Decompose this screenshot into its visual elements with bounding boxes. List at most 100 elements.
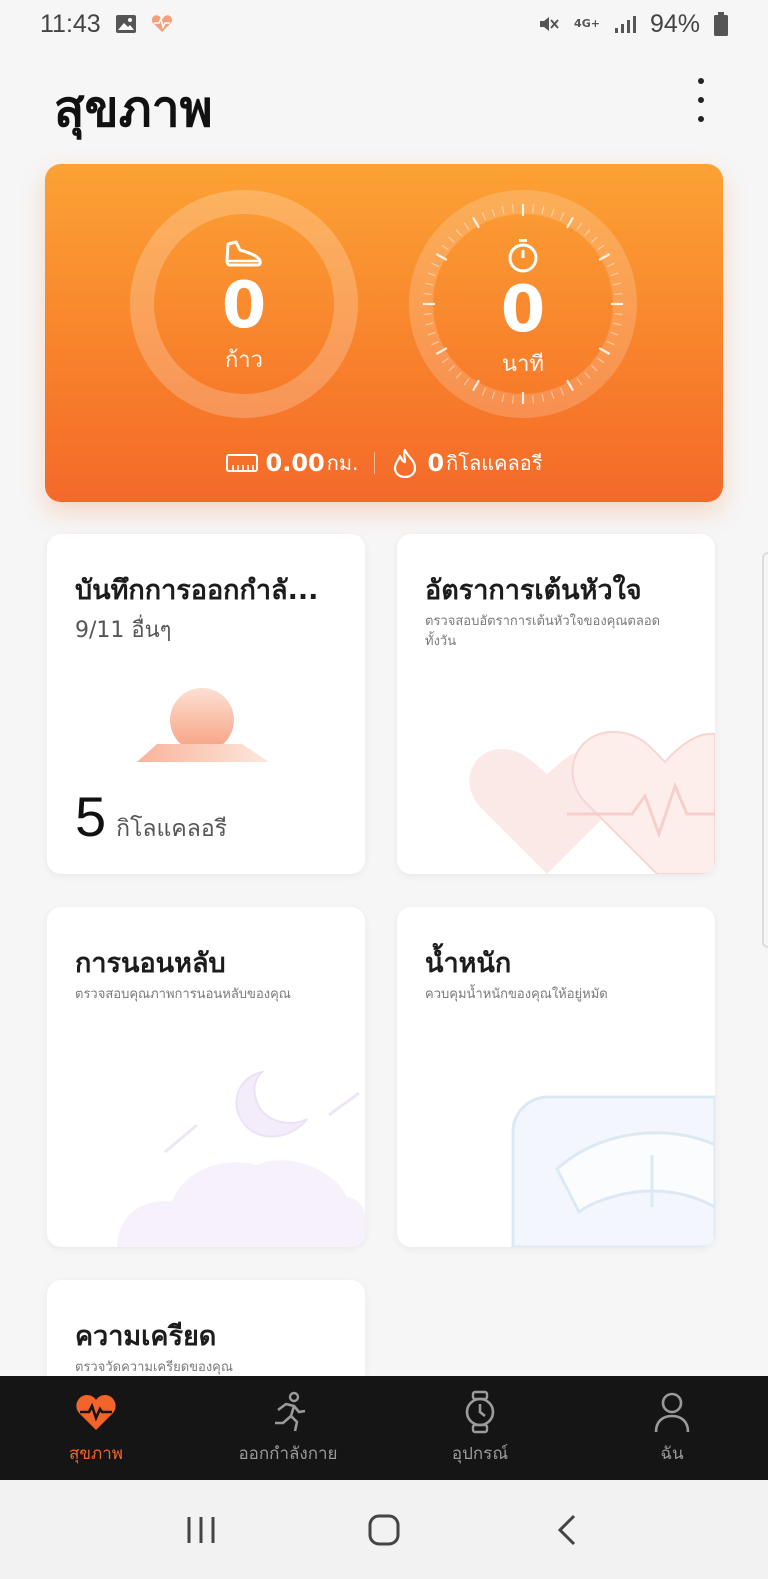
bottom-navigation: สุขภาพ ออกกำลังกาย อุปกรณ์ ฉัน xyxy=(0,1376,768,1480)
nav-devices[interactable]: อุปกรณ์ xyxy=(384,1376,576,1480)
stopwatch-icon xyxy=(508,239,538,273)
recent-apps-button[interactable] xyxy=(171,1500,231,1560)
more-dot-icon xyxy=(698,97,704,103)
exercise-card-subtitle: 9/11 อื่นๆ xyxy=(75,618,172,643)
app-header: สุขภาพ xyxy=(0,60,768,150)
ring-tick xyxy=(532,204,535,213)
home-icon xyxy=(368,1514,400,1545)
nav-me[interactable]: ฉัน xyxy=(576,1376,768,1480)
ring-tick xyxy=(576,222,583,230)
steps-unit: ก้าว xyxy=(224,348,264,373)
ring-tick xyxy=(463,222,470,230)
page-title: สุขภาพ xyxy=(54,80,213,138)
ring-tick xyxy=(550,208,555,217)
distance-unit: กม. xyxy=(326,451,359,475)
nav-devices-label: อุปกรณ์ xyxy=(451,1443,509,1464)
ring-tick xyxy=(455,229,462,237)
exercise-calories-unit: กิโลแคลอรี xyxy=(116,816,228,842)
ring-tick xyxy=(541,206,545,215)
flame-icon xyxy=(394,448,417,478)
ring-tick xyxy=(612,322,621,326)
scroll-edge-indicator xyxy=(762,552,768,948)
nav-health-label: สุขภาพ xyxy=(69,1443,123,1464)
heart-rate-card-subtitle: ตรวจสอบอัตราการเต้นหัวใจของคุณตลอดทั้งวั… xyxy=(425,614,661,649)
sleep-card-subtitle: ตรวจสอบคุณภาพการนอนหลับของคุณ xyxy=(75,987,291,1002)
network-type: 4G+ xyxy=(574,17,600,30)
ring-tick xyxy=(491,208,496,217)
ring-tick xyxy=(501,393,505,402)
more-dot-icon xyxy=(698,78,704,84)
ring-tick xyxy=(614,313,623,316)
heart-rate-card-title: อัตราการเต้นหัวใจ xyxy=(425,575,642,606)
signal-icon xyxy=(614,16,636,33)
ring-tick xyxy=(584,229,591,237)
system-navigation-bar xyxy=(0,1480,768,1579)
battery-icon xyxy=(714,12,728,36)
ring-tick xyxy=(425,322,434,326)
nav-me-label: ฉัน xyxy=(660,1443,684,1464)
status-bar: 11:43 4G+ 94% xyxy=(0,0,768,48)
recent-apps-icon xyxy=(187,1516,215,1543)
ring-tick xyxy=(566,216,574,229)
calories-unit: กิโลแคลอรี xyxy=(446,451,543,475)
ring-tick xyxy=(481,212,487,221)
ring-tick xyxy=(511,204,514,213)
steps-value: 0 xyxy=(221,269,267,343)
ring-tick xyxy=(559,387,565,396)
ring-tick xyxy=(550,391,555,400)
active-time-value: 0 xyxy=(500,273,546,347)
ring-tick xyxy=(491,391,496,400)
nav-health[interactable]: สุขภาพ xyxy=(0,1376,192,1480)
more-options-button[interactable] xyxy=(686,78,716,122)
stress-card-subtitle: ตรวจวัดความเครียดของคุณ xyxy=(75,1360,233,1375)
back-icon xyxy=(557,1514,575,1545)
sleep-card[interactable]: การนอนหลับ ตรวจสอบคุณภาพการนอนหลับของคุณ xyxy=(47,907,365,1247)
ring-tick xyxy=(481,387,487,396)
activity-summary-card[interactable]: 0 ก้าว 0 นาที 0.00 กม. 0 กิโลแคลอรี xyxy=(45,164,723,502)
shoe-icon xyxy=(225,240,262,267)
runner-icon xyxy=(275,1391,306,1431)
health-notification-icon xyxy=(151,15,172,32)
calories-value: 0 xyxy=(427,449,445,477)
ring-tick xyxy=(541,393,545,402)
nav-exercise[interactable]: ออกกำลังกาย xyxy=(192,1376,384,1480)
ring-tick xyxy=(423,292,432,295)
more-dot-icon xyxy=(698,116,704,122)
ring-tick xyxy=(614,292,623,295)
ring-tick xyxy=(472,379,480,392)
distance-value: 0.00 xyxy=(265,449,325,477)
ring-tick xyxy=(559,212,565,221)
mute-icon xyxy=(540,17,559,31)
home-button[interactable] xyxy=(354,1500,414,1560)
weight-card[interactable]: น้ำหนัก ควบคุมน้ำหนักของคุณให้อยู่หมัด xyxy=(397,907,715,1247)
exercise-log-card[interactable]: บันทึกการออกกำลั... 9/11 อื่นๆ 5 กิโลแคล… xyxy=(47,534,365,874)
active-time-block: 0 นาที xyxy=(433,238,613,381)
person-icon xyxy=(654,1392,690,1432)
exercise-calories-value: 5 xyxy=(75,785,107,848)
heart-rate-card[interactable]: อัตราการเต้นหัวใจ ตรวจสอบอัตราการเต้นหัว… xyxy=(397,534,715,874)
back-button[interactable] xyxy=(537,1500,597,1560)
image-notification-icon xyxy=(115,15,136,33)
ring-tick xyxy=(566,379,574,392)
status-time: 11:43 xyxy=(40,9,101,38)
ring-tick xyxy=(472,216,480,229)
steps-block: 0 ก้าว xyxy=(154,238,334,377)
sleep-card-title: การนอนหลับ xyxy=(75,948,226,979)
weight-card-subtitle: ควบคุมน้ำหนักของคุณให้อยู่หมัด xyxy=(425,987,608,1002)
ruler-icon xyxy=(225,454,258,472)
ring-tick xyxy=(425,282,434,286)
stress-card[interactable]: ความเครียด ตรวจวัดความเครียดของคุณ xyxy=(47,1280,365,1376)
watch-icon xyxy=(465,1390,495,1433)
ring-tick xyxy=(532,395,535,404)
weight-card-title: น้ำหนัก xyxy=(425,948,512,979)
ring-tick xyxy=(612,282,621,286)
stress-card-title: ความเครียด xyxy=(75,1321,217,1352)
active-time-unit: นาที xyxy=(502,352,544,377)
battery-percent: 94% xyxy=(649,9,700,38)
ring-tick xyxy=(423,313,432,316)
ring-tick xyxy=(501,206,505,215)
exercise-calories: 5 กิโลแคลอรี xyxy=(75,784,227,849)
stats-divider xyxy=(374,452,376,474)
exercise-card-title: บันทึกการออกกำลั... xyxy=(75,575,319,606)
hero-stats-row: 0.00 กม. 0 กิโลแคลอรี xyxy=(45,446,723,480)
